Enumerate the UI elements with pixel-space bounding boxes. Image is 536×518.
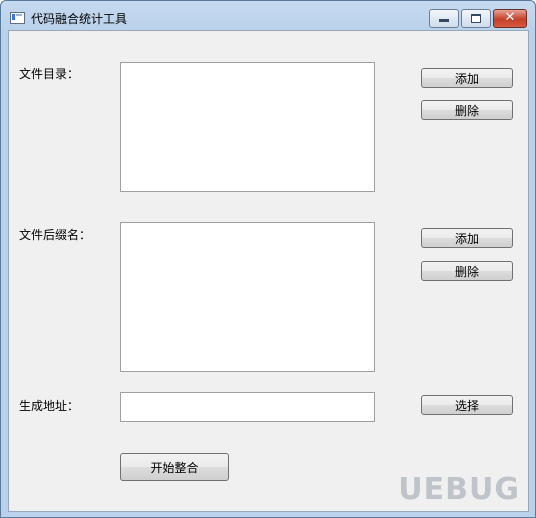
close-icon: ✕: [504, 10, 516, 25]
app-icon: [10, 12, 25, 24]
output-select-button[interactable]: 选择: [421, 395, 513, 415]
suffix-delete-button[interactable]: 删除: [421, 261, 513, 281]
caption-buttons: ✕: [429, 9, 527, 28]
title-bar[interactable]: 代码融合统计工具 ✕: [1, 1, 535, 31]
maximize-icon: [471, 14, 481, 23]
minimize-icon: [439, 19, 449, 22]
window-title: 代码融合统计工具: [31, 12, 128, 26]
suffix-add-button[interactable]: 添加: [421, 228, 513, 248]
maximize-button[interactable]: [461, 9, 491, 28]
output-label: 生成地址：: [19, 399, 80, 413]
form-panel: 文件目录： 添加 删除 文件后缀名： 添加 删除 生成地址： 选择 开始整合 U…: [8, 30, 529, 512]
start-merge-button[interactable]: 开始整合: [120, 453, 229, 481]
directory-label: 文件目录：: [19, 67, 80, 81]
directory-list[interactable]: [120, 62, 375, 192]
suffix-list[interactable]: [120, 222, 375, 372]
output-path-input[interactable]: [120, 392, 375, 422]
watermark-logo: UEBUG: [398, 472, 520, 507]
suffix-label: 文件后缀名：: [19, 228, 92, 242]
close-button[interactable]: ✕: [493, 9, 527, 28]
directory-delete-button[interactable]: 删除: [421, 100, 513, 120]
directory-add-button[interactable]: 添加: [421, 68, 513, 88]
minimize-button[interactable]: [429, 9, 459, 28]
app-window: 代码融合统计工具 ✕ 文件目录： 添加 删除 文件后缀名： 添加 删除 生成地址…: [0, 0, 536, 518]
